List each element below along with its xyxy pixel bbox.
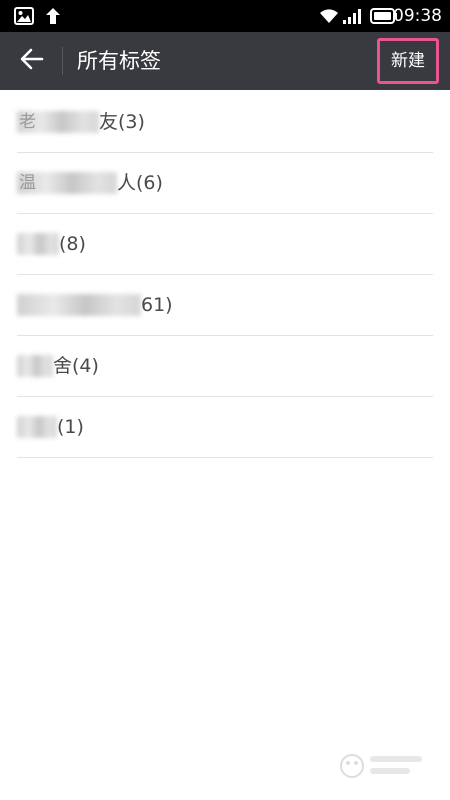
list-item[interactable]: (8)	[17, 214, 433, 275]
status-bar: 09:38	[0, 0, 450, 32]
tag-name-suffix: 友(3)	[99, 111, 145, 133]
list-item[interactable]: 老 友(3)	[17, 92, 433, 153]
tag-name-suffix: 舍(4)	[53, 355, 99, 377]
list-item[interactable]: 61)	[17, 275, 433, 336]
tag-list: 老 友(3) 温 人(6) (8) 61) 舍(4) (1)	[0, 92, 450, 458]
list-item[interactable]: 舍(4)	[17, 336, 433, 397]
list-item[interactable]: (1)	[17, 397, 433, 458]
tag-name-suffix: 61)	[141, 294, 173, 316]
tag-name-suffix: 人(6)	[117, 172, 163, 194]
image-icon	[14, 0, 34, 32]
tag-name-prefix: 温	[19, 173, 36, 193]
arrow-left-icon	[20, 48, 44, 74]
redacted-text	[17, 294, 141, 316]
tag-name-suffix: (1)	[57, 416, 84, 438]
signal-icon	[342, 0, 364, 32]
wifi-icon	[318, 0, 340, 32]
redacted-text	[17, 233, 59, 255]
upload-arrow-icon	[44, 0, 62, 32]
action-bar: 所有标签 新建	[0, 32, 450, 90]
tag-name-suffix: (8)	[59, 233, 86, 255]
redacted-text	[17, 416, 57, 438]
back-button[interactable]	[12, 42, 52, 80]
watermark-logo	[338, 746, 428, 786]
tag-name-prefix: 老	[19, 112, 36, 132]
new-tag-button[interactable]: 新建	[377, 38, 439, 84]
header-divider	[62, 47, 63, 75]
page-title: 所有标签	[77, 49, 161, 73]
status-time: 09:38	[393, 6, 442, 26]
list-item[interactable]: 温 人(6)	[17, 153, 433, 214]
redacted-text	[17, 355, 53, 377]
